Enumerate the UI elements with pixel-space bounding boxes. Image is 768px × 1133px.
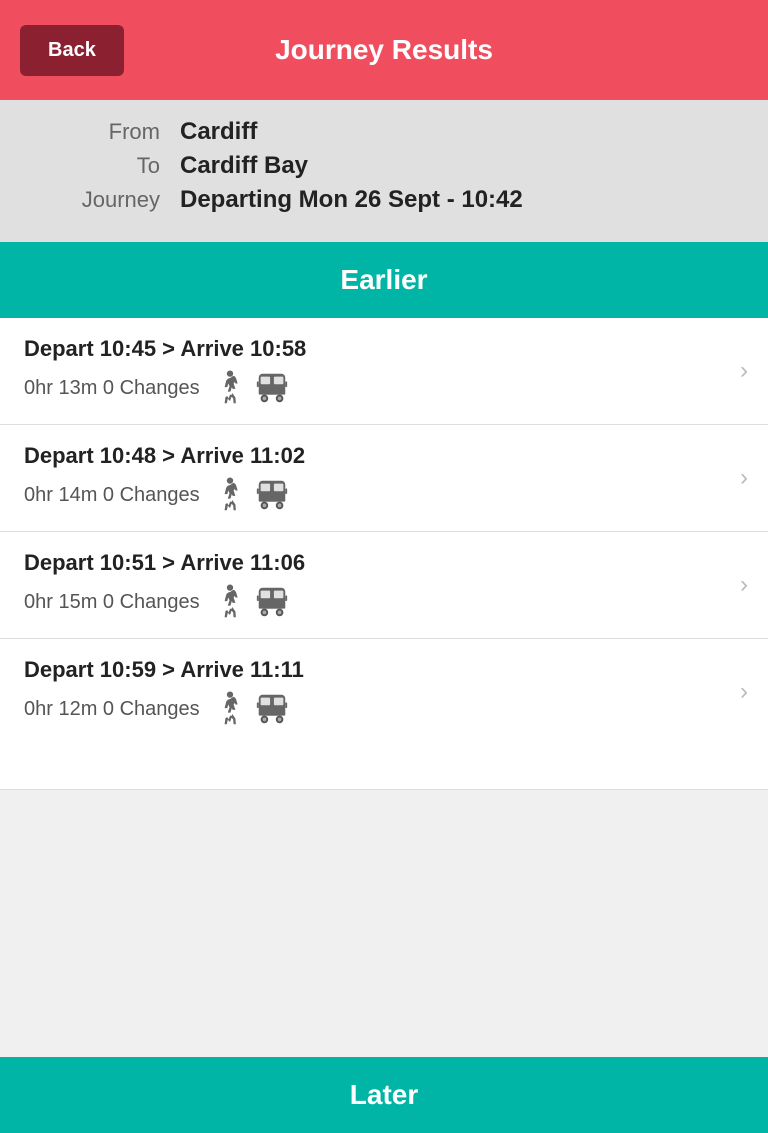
from-label: From bbox=[30, 119, 160, 145]
header: Back Journey Results bbox=[0, 0, 768, 100]
chevron-right-icon: › bbox=[740, 464, 748, 492]
result-item[interactable]: Depart 10:51 > Arrive 11:06 0hr 15m 0 Ch… bbox=[0, 532, 768, 639]
result-content: Depart 10:59 > Arrive 11:11 0hr 12m 0 Ch… bbox=[24, 657, 730, 727]
chevron-right-icon: › bbox=[740, 357, 748, 385]
walk-icon bbox=[216, 584, 244, 620]
result-duration: 0hr 14m 0 Changes bbox=[24, 484, 200, 507]
journey-row: Journey Departing Mon 26 Sept - 10:42 bbox=[30, 186, 738, 214]
result-title: Depart 10:59 > Arrive 11:11 bbox=[24, 657, 730, 683]
journey-label: Journey bbox=[30, 187, 160, 213]
result-details: 0hr 13m 0 Changes bbox=[24, 370, 730, 406]
result-title: Depart 10:48 > Arrive 11:02 bbox=[24, 443, 730, 469]
journey-value: Departing Mon 26 Sept - 10:42 bbox=[180, 186, 523, 214]
to-value: Cardiff Bay bbox=[180, 152, 308, 180]
transport-icons bbox=[216, 477, 288, 513]
result-details: 0hr 15m 0 Changes bbox=[24, 584, 730, 620]
walk-icon bbox=[216, 691, 244, 727]
result-duration: 0hr 15m 0 Changes bbox=[24, 591, 200, 614]
bus-icon bbox=[256, 691, 288, 727]
bus-icon bbox=[256, 370, 288, 406]
result-item[interactable]: Depart 10:48 > Arrive 11:02 0hr 14m 0 Ch… bbox=[0, 425, 768, 532]
bus-icon bbox=[256, 584, 288, 620]
result-content: Depart 10:45 > Arrive 10:58 0hr 13m 0 Ch… bbox=[24, 336, 730, 406]
result-details: 0hr 14m 0 Changes bbox=[24, 477, 730, 513]
transport-icons bbox=[216, 584, 288, 620]
result-content: Depart 10:51 > Arrive 11:06 0hr 15m 0 Ch… bbox=[24, 550, 730, 620]
partial-result-item bbox=[0, 745, 768, 790]
back-button[interactable]: Back bbox=[20, 25, 124, 76]
result-duration: 0hr 12m 0 Changes bbox=[24, 698, 200, 721]
result-duration: 0hr 13m 0 Changes bbox=[24, 377, 200, 400]
transport-icons bbox=[216, 691, 288, 727]
result-details: 0hr 12m 0 Changes bbox=[24, 691, 730, 727]
result-title: Depart 10:51 > Arrive 11:06 bbox=[24, 550, 730, 576]
header-title: Journey Results bbox=[275, 34, 493, 66]
earlier-button[interactable]: Earlier bbox=[0, 242, 768, 318]
journey-info: From Cardiff To Cardiff Bay Journey Depa… bbox=[0, 100, 768, 242]
from-row: From Cardiff bbox=[30, 118, 738, 146]
later-button[interactable]: Later bbox=[0, 1057, 768, 1133]
result-content: Depart 10:48 > Arrive 11:02 0hr 14m 0 Ch… bbox=[24, 443, 730, 513]
chevron-right-icon: › bbox=[740, 571, 748, 599]
chevron-right-icon: › bbox=[740, 678, 748, 706]
walk-icon bbox=[216, 477, 244, 513]
results-list: Depart 10:45 > Arrive 10:58 0hr 13m 0 Ch… bbox=[0, 318, 768, 745]
to-row: To Cardiff Bay bbox=[30, 152, 738, 180]
result-item[interactable]: Depart 10:59 > Arrive 11:11 0hr 12m 0 Ch… bbox=[0, 639, 768, 745]
result-item[interactable]: Depart 10:45 > Arrive 10:58 0hr 13m 0 Ch… bbox=[0, 318, 768, 425]
to-label: To bbox=[30, 153, 160, 179]
walk-icon bbox=[216, 370, 244, 406]
result-title: Depart 10:45 > Arrive 10:58 bbox=[24, 336, 730, 362]
transport-icons bbox=[216, 370, 288, 406]
from-value: Cardiff bbox=[180, 118, 257, 146]
bus-icon bbox=[256, 477, 288, 513]
